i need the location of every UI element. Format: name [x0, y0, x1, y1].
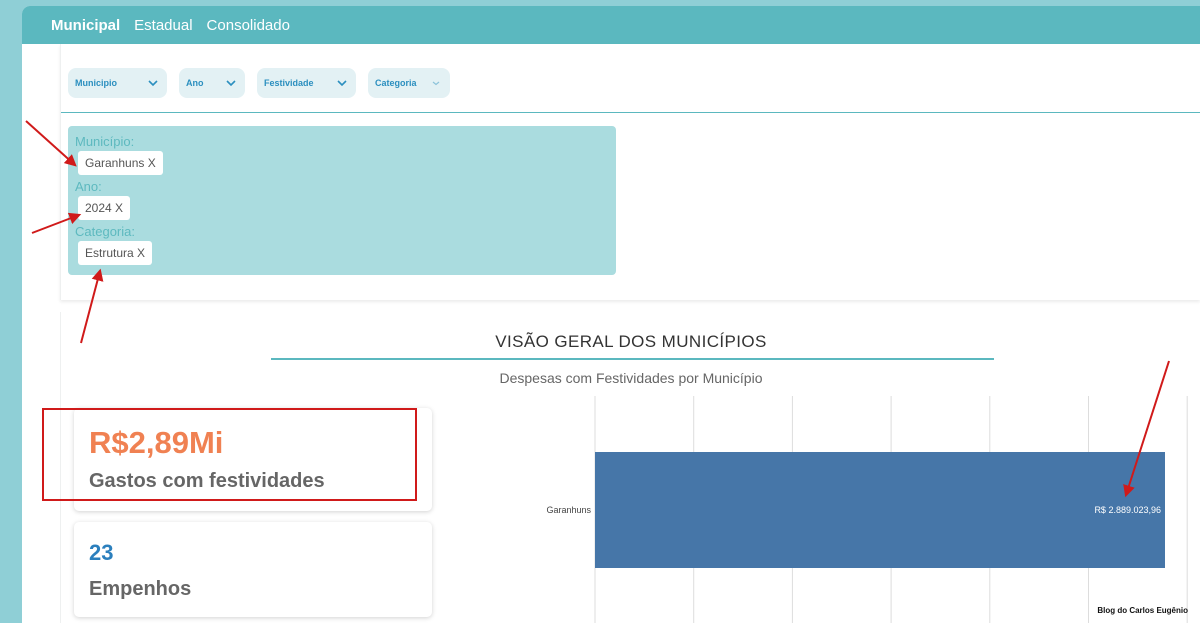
municipality-bar-chart: Garanhuns R$ 2.889.023,96 [546, 396, 1188, 623]
blog-watermark: Blog do Carlos Eugênio [1097, 606, 1188, 615]
chart-bar[interactable] [595, 452, 1165, 568]
chart-category-label: Garanhuns [546, 505, 591, 515]
chart-data-label: R$ 2.889.023,96 [1094, 505, 1161, 515]
